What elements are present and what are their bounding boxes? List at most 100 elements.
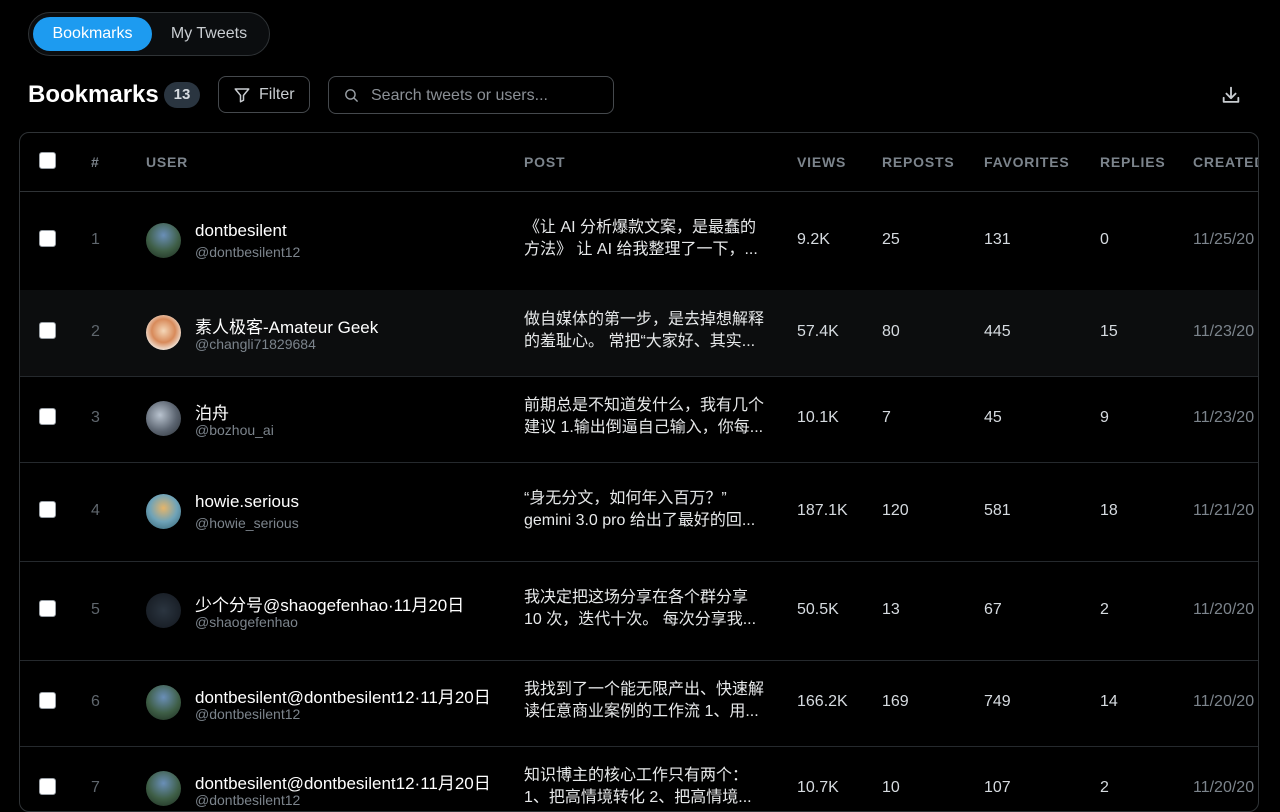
post-text[interactable]: 《让 AI 分析爆款文案，是最蠢的 方法》 让 AI 给我整理了一下，... <box>524 217 764 261</box>
tab-my-tweets[interactable]: My Tweets <box>153 17 265 51</box>
favorites-value: 581 <box>984 501 1011 519</box>
avatar[interactable] <box>146 771 181 806</box>
avatar[interactable] <box>146 592 181 628</box>
table-row[interactable]: 3 泊舟 @bozhou_ai 前期总是不知道发什么，我有几个 建议 1.输出倒逼自己输… <box>20 376 1258 463</box>
select-all-checkbox[interactable] <box>39 152 56 169</box>
user-name[interactable]: 少个分号@shaogefenhao·11月20日 <box>195 591 464 616</box>
col-header-num: # <box>91 154 100 170</box>
reposts-value: 7 <box>882 409 891 426</box>
col-header-reposts[interactable]: REPOSTS <box>882 154 955 170</box>
favorites-value: 749 <box>984 693 1011 710</box>
post-text[interactable]: “身无分文，如何年入百万？” gemini 3.0 pro 给出了最好的回... <box>524 488 764 532</box>
created-value: 11/21/20 <box>1193 501 1255 519</box>
created-value: 11/20/20 <box>1193 693 1255 710</box>
views-value: 10.7K <box>797 779 839 796</box>
table-row[interactable]: 4 howie.serious @howie_serious “身无分文，如何年入百万… <box>20 462 1258 562</box>
replies-value: 14 <box>1100 693 1118 710</box>
views-value: 57.4K <box>797 323 839 340</box>
table-row[interactable]: 7 dontbesilent@dontbesilent12·11月20日 @dont… <box>20 746 1258 811</box>
page-title: Bookmarks <box>28 81 159 108</box>
avatar[interactable] <box>146 401 181 436</box>
col-header-post[interactable]: POST <box>524 154 565 170</box>
created-value: 11/20/20 <box>1193 600 1255 618</box>
col-header-user[interactable]: USER <box>146 154 188 170</box>
user-name[interactable]: 泊舟 <box>195 399 229 424</box>
table-row[interactable]: 6 dontbesilent@dontbesilent12·11月20日 @dont… <box>20 660 1258 747</box>
post-line-2: 的羞耻心。 常把“大家好、其实... <box>524 333 756 350</box>
search-input[interactable] <box>369 83 609 109</box>
post-line-1: 知识博主的核心工作只有两个： <box>524 767 749 784</box>
avatar[interactable] <box>146 685 181 720</box>
row-index: 7 <box>91 779 100 796</box>
replies-value: 15 <box>1100 323 1118 340</box>
post-line-1: 我决定把这场分享在各个群分享 <box>524 588 749 606</box>
row-checkbox[interactable] <box>39 778 56 795</box>
filter-icon <box>234 88 250 103</box>
post-line-2: gemini 3.0 pro 给出了最好的回... <box>524 511 756 529</box>
views-value: 166.2K <box>797 693 848 710</box>
filter-button[interactable]: Filter <box>218 76 310 113</box>
user-handle: @howie_serious <box>195 514 299 531</box>
table-row[interactable]: 5 少个分号@shaogefenhao·11月20日 @shaogefenhao 我决… <box>20 561 1258 661</box>
search-box <box>328 76 614 114</box>
post-text[interactable]: 我找到了一个能无限产出、快速解 读任意商业案例的工作流 1、用... <box>524 679 764 723</box>
row-index: 4 <box>91 501 100 519</box>
user-name[interactable]: dontbesilent@dontbesilent12·11月20日 <box>195 683 491 708</box>
favorites-value: 45 <box>984 409 1002 426</box>
row-index: 6 <box>91 693 100 710</box>
col-header-replies[interactable]: REPLIES <box>1100 154 1166 170</box>
user-handle: @shaogefenhao <box>195 613 298 630</box>
post-line-1: 《让 AI 分析爆款文案，是最蠢的 <box>524 218 757 236</box>
user-name[interactable]: dontbesilent@dontbesilent12·11月20日 <box>195 769 491 794</box>
post-line-2: 建议 1.输出倒逼自己输入，你每... <box>524 419 764 436</box>
views-value: 187.1K <box>797 501 848 519</box>
user-name[interactable]: howie.serious <box>195 492 299 512</box>
views-value: 50.5K <box>797 600 839 618</box>
views-value: 9.2K <box>797 230 830 248</box>
col-header-created[interactable]: CREATED <box>1193 154 1258 170</box>
col-header-favorites[interactable]: FAVORITES <box>984 154 1070 170</box>
user-name[interactable]: dontbesilent <box>195 221 287 241</box>
post-line-1: 前期总是不知道发什么，我有几个 <box>524 397 764 414</box>
row-checkbox[interactable] <box>39 408 56 425</box>
row-index: 1 <box>91 230 100 248</box>
table-header: # USER POST VIEWS REPOSTS FAVORITES REPL… <box>20 133 1258 192</box>
created-value: 11/23/20 <box>1193 409 1255 426</box>
reposts-value: 120 <box>882 501 909 519</box>
bookmarks-table: # USER POST VIEWS REPOSTS FAVORITES REPL… <box>19 132 1259 812</box>
views-value: 10.1K <box>797 409 839 426</box>
replies-value: 18 <box>1100 501 1118 519</box>
user-name[interactable]: 素人极客-Amateur Geek <box>195 313 378 338</box>
tab-bookmarks[interactable]: Bookmarks <box>33 17 152 51</box>
favorites-value: 445 <box>984 323 1011 340</box>
row-checkbox[interactable] <box>39 229 56 247</box>
post-line-2: 方法》 让 AI 给我整理了一下，... <box>524 240 758 258</box>
post-text[interactable]: 前期总是不知道发什么，我有几个 建议 1.输出倒逼自己输入，你每... <box>524 395 764 439</box>
row-checkbox[interactable] <box>39 599 56 617</box>
reposts-value: 10 <box>882 779 900 796</box>
col-header-views[interactable]: VIEWS <box>797 154 846 170</box>
table-row[interactable]: 1 dontbesilent @dontbesilent12 《让 AI 分析爆款文案… <box>20 191 1258 291</box>
post-text[interactable]: 我决定把这场分享在各个群分享 10 次，迭代十次。 每次分享我... <box>524 587 764 631</box>
post-line-2: 1、把高情境转化 2、把高情境... <box>524 789 752 806</box>
row-checkbox[interactable] <box>39 692 56 709</box>
post-line-1: 做自媒体的第一步，是去掉想解释 <box>524 311 764 328</box>
replies-value: 0 <box>1100 230 1109 248</box>
reposts-value: 80 <box>882 323 900 340</box>
bookmark-count-badge: 13 <box>164 82 200 108</box>
table-row[interactable]: 2 素人极客-Amateur Geek @changli71829684 做自媒体的第… <box>20 290 1258 377</box>
post-text[interactable]: 做自媒体的第一步，是去掉想解释 的羞耻心。 常把“大家好、其实... <box>524 309 764 353</box>
reposts-value: 13 <box>882 600 900 618</box>
avatar[interactable] <box>146 493 181 529</box>
row-checkbox[interactable] <box>39 322 56 339</box>
user-handle: @dontbesilent12 <box>195 792 301 808</box>
view-toggle: Bookmarks My Tweets <box>28 12 270 56</box>
download-icon[interactable] <box>1220 84 1242 106</box>
post-text[interactable]: 知识博主的核心工作只有两个： 1、把高情境转化 2、把高情境... <box>524 765 764 809</box>
avatar[interactable] <box>146 222 181 258</box>
row-checkbox[interactable] <box>39 500 56 518</box>
post-line-2: 读任意商业案例的工作流 1、用... <box>524 703 759 720</box>
user-handle: @bozhou_ai <box>195 422 274 438</box>
avatar[interactable] <box>146 315 181 350</box>
user-handle: @changli71829684 <box>195 336 316 352</box>
